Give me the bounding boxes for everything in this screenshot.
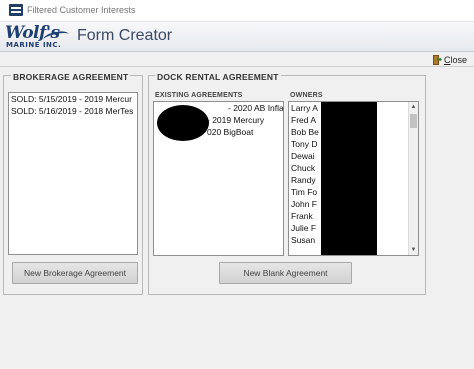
owners-label: OWNERS	[290, 92, 323, 99]
app-icon	[9, 4, 23, 16]
window-titlebar: Filtered Customer Interests	[0, 0, 474, 22]
list-item[interactable]: SOLD: 5/15/2019 - 2019 Mercur	[9, 93, 137, 105]
window-title: Filtered Customer Interests	[27, 5, 136, 15]
scroll-thumb[interactable]	[410, 114, 417, 128]
new-blank-agreement-button[interactable]: New Blank Agreement	[219, 262, 352, 284]
close-button-label: Close	[444, 54, 468, 65]
scroll-up-arrow-icon[interactable]: ▲	[409, 102, 418, 112]
logo-subtitle: MARINE INC.	[6, 41, 62, 49]
page-title: Form Creator	[77, 27, 173, 44]
wolfs-marine-logo: Wolf's MARINE INC.	[3, 23, 70, 52]
form-header: Wolf's MARINE INC. Form Creator	[0, 22, 474, 52]
existing-agreements-label: EXISTING AGREEMENTS	[155, 92, 243, 99]
list-item[interactable]: SOLD: 5/16/2019 - 2018 MerTes	[9, 105, 137, 117]
new-brokerage-agreement-button[interactable]: New Brokerage Agreement	[12, 262, 138, 284]
owners-scrollbar[interactable]: ▲ ▼	[408, 102, 418, 255]
redaction-blob	[157, 105, 209, 141]
brokerage-agreement-title: BROKERAGE AGREEMENT	[11, 72, 131, 82]
close-button[interactable]: Close	[432, 53, 467, 66]
redaction-bar	[321, 102, 377, 255]
scroll-down-arrow-icon[interactable]: ▼	[409, 245, 418, 255]
toolbar: Close	[0, 52, 474, 67]
brokerage-agreements-list[interactable]: SOLD: 5/15/2019 - 2019 Mercur SOLD: 5/16…	[8, 92, 138, 255]
dock-rental-agreement-title: DOCK RENTAL AGREEMENT	[155, 72, 281, 82]
exit-door-icon	[432, 54, 442, 65]
